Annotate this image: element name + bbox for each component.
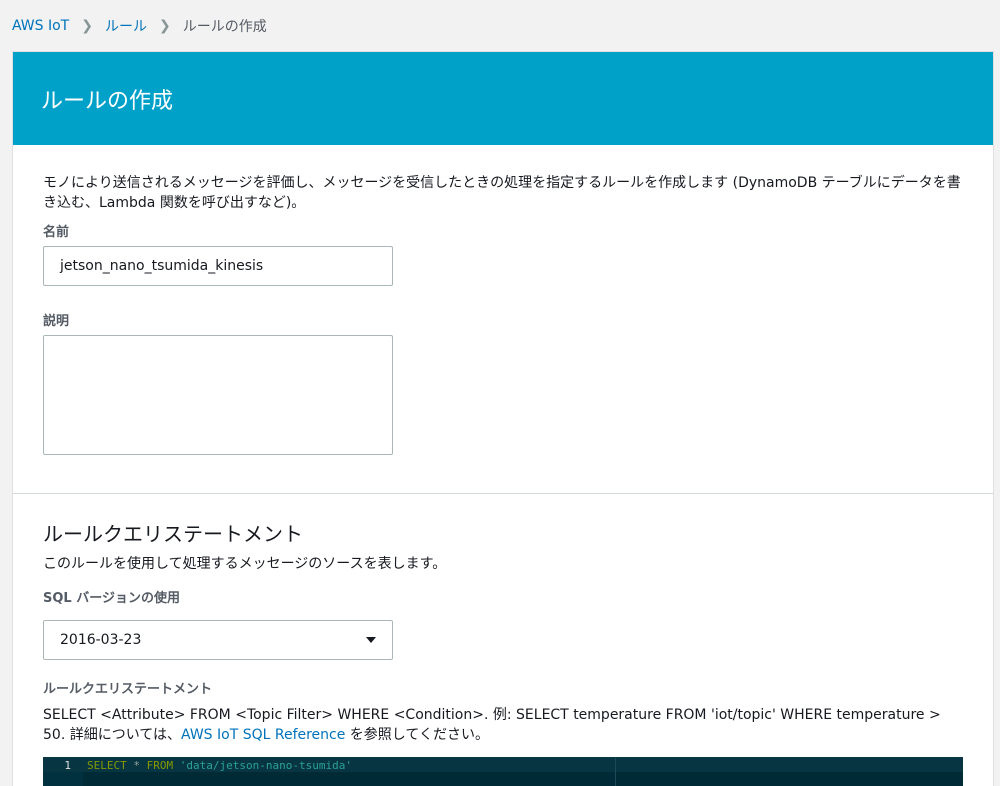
editor-code-line[interactable]: SELECT * FROM 'data/jetson-nano-tsumida' [87,759,352,772]
sql-keyword-from: FROM [146,759,174,772]
query-help-text-part2: を参照してください。 [345,727,489,743]
sql-version-value: 2016-03-23 [60,632,142,648]
sql-keyword-select: SELECT [87,759,127,772]
page-title: ルールの作成 [41,88,174,114]
create-rule-panel: ルールの作成 モノにより送信されるメッセージを評価し、メッセージを受信したときの… [12,51,994,786]
sql-topic-string: 'data/jetson-nano-tsumida' [179,759,352,772]
query-help-text: SELECT <Attribute> FROM <Topic Filter> W… [43,705,963,745]
rule-description-textarea[interactable] [43,335,393,455]
sql-code-editor[interactable]: 1 SELECT * FROM 'data/jetson-nano-tsumid… [43,757,963,786]
breadcrumb-current: ルールの作成 [182,19,267,35]
query-section-subtitle: このルールを使用して処理するメッセージのソースを表します。 [43,556,447,572]
rule-details-section: モノにより送信されるメッセージを評価し、メッセージを受信したときの処理を指定する… [13,145,993,493]
description-label: 説明 [43,314,70,329]
sql-star: * [126,759,147,772]
rule-name-value: jetson_nano_tsumida_kinesis [60,258,264,274]
sql-reference-link[interactable]: AWS IoT SQL Reference [181,727,345,743]
query-help-text-part1: SELECT <Attribute> FROM <Topic Filter> W… [43,707,941,743]
chevron-right-icon: ❯ [158,18,171,34]
page-description: モノにより送信されるメッセージを評価し、メッセージを受信したときの処理を指定する… [43,175,961,211]
breadcrumb: AWS IoT ❯ ルール ❯ ルールの作成 [12,16,267,36]
chevron-right-icon: ❯ [81,18,93,34]
panel-header: ルールの作成 [13,52,993,145]
query-statement-label: ルールクエリステートメント [43,682,213,697]
rule-query-section: ルールクエリステートメント このルールを使用して処理するメッセージのソースを表し… [13,494,993,786]
name-label: 名前 [43,225,70,240]
editor-line-number: 1 [64,759,71,772]
rule-name-input[interactable]: jetson_nano_tsumida_kinesis [43,246,393,286]
editor-print-margin [615,758,616,786]
breadcrumb-rules[interactable]: ルール [105,16,147,36]
query-section-title: ルールクエリステートメント [43,522,303,546]
caret-down-icon [366,637,376,643]
breadcrumb-aws-iot[interactable]: AWS IoT [12,18,69,34]
sql-version-select[interactable]: 2016-03-23 [43,620,393,660]
sql-version-label: SQL バージョンの使用 [43,591,180,606]
sql-space [173,759,180,772]
